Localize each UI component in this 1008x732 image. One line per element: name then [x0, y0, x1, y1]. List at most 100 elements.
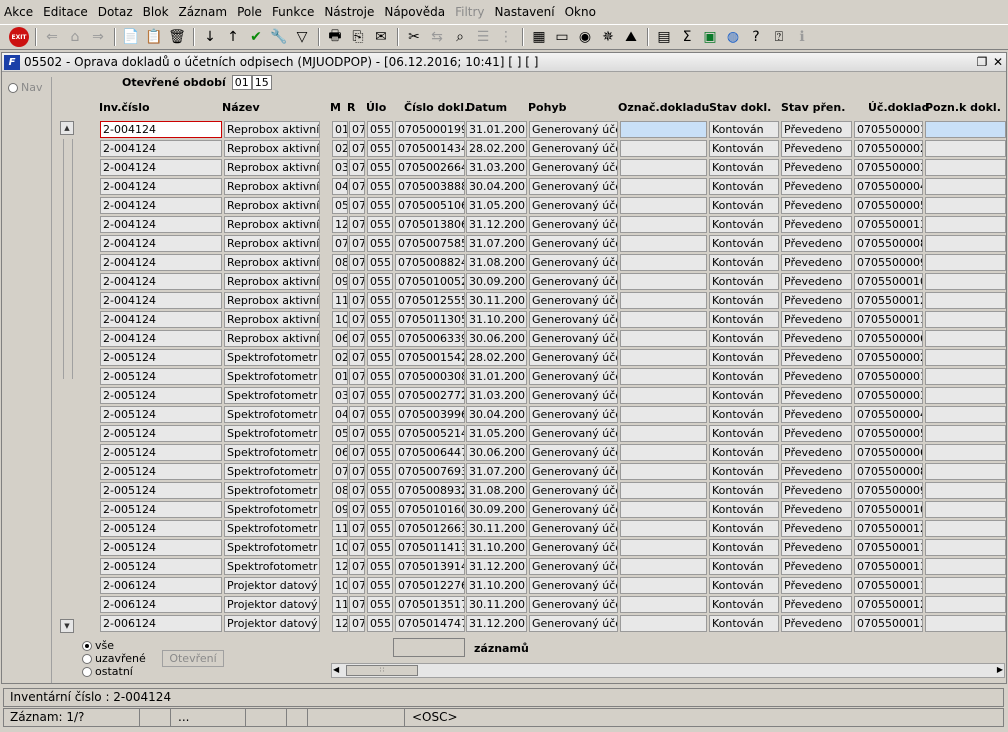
- table-cell[interactable]: 2-004124: [100, 273, 222, 290]
- column-header[interactable]: Stav přen.: [781, 101, 845, 114]
- table-cell[interactable]: 0705008824: [395, 254, 465, 271]
- table-cell[interactable]: Generovaný účet: [529, 387, 618, 404]
- table-cell[interactable]: 055: [367, 311, 393, 328]
- table-cell[interactable]: [925, 254, 1006, 271]
- table-cell[interactable]: 2-005124: [100, 558, 222, 575]
- table-cell[interactable]: 0705500004: [854, 406, 923, 423]
- table-cell[interactable]: 0705500012: [854, 520, 923, 537]
- table-cell[interactable]: [925, 368, 1006, 385]
- table-cell[interactable]: 28.02.2007: [466, 349, 527, 366]
- table-cell[interactable]: [620, 406, 707, 423]
- table-cell[interactable]: Kontován: [709, 292, 779, 309]
- table-cell[interactable]: 0705500011: [854, 311, 923, 328]
- table-cell[interactable]: Kontován: [709, 387, 779, 404]
- scroll-right-icon[interactable]: ▶: [997, 665, 1003, 674]
- table-cell[interactable]: Generovaný účet: [529, 368, 618, 385]
- table-cell[interactable]: [925, 406, 1006, 423]
- table-cell[interactable]: 055: [367, 596, 393, 613]
- filter-icon[interactable]: ▽: [291, 26, 313, 48]
- table-cell[interactable]: 055: [367, 539, 393, 556]
- table-cell[interactable]: 07: [349, 406, 365, 423]
- table-cell[interactable]: 07: [349, 577, 365, 594]
- duplicate-record-icon[interactable]: 📋: [143, 26, 165, 48]
- table-cell[interactable]: 055: [367, 463, 393, 480]
- table-cell[interactable]: [925, 330, 1006, 347]
- period-month-field[interactable]: 01: [231, 75, 252, 90]
- table-cell[interactable]: 31.10.2007: [466, 539, 527, 556]
- tree-icon[interactable]: ⋮: [495, 26, 517, 48]
- table-cell[interactable]: Kontován: [709, 330, 779, 347]
- table-cell[interactable]: 0705500013: [854, 216, 923, 233]
- table-cell[interactable]: 0705500006: [854, 330, 923, 347]
- table-cell[interactable]: 055: [367, 159, 393, 176]
- table-cell[interactable]: 2-006124: [100, 596, 222, 613]
- table-cell[interactable]: 0705012555: [395, 292, 465, 309]
- table-cell[interactable]: Reprobox aktivní Ak: [224, 178, 320, 195]
- table-cell[interactable]: Převedeno: [781, 520, 852, 537]
- table-cell[interactable]: Převedeno: [781, 539, 852, 556]
- table-cell[interactable]: 07: [349, 444, 365, 461]
- table-row[interactable]: 2-004124Reprobox aktivní Ak 1007055070501…: [98, 310, 1008, 329]
- table-cell[interactable]: 2-004124: [100, 311, 222, 328]
- table-cell[interactable]: 055: [367, 349, 393, 366]
- table-cell[interactable]: 0705500008: [854, 463, 923, 480]
- table-cell[interactable]: Spektrofotometr UV: [224, 387, 320, 404]
- table-cell[interactable]: 04: [332, 406, 348, 423]
- table-cell[interactable]: Převedeno: [781, 330, 852, 347]
- table-cell[interactable]: [925, 216, 1006, 233]
- restore-icon[interactable]: ❐: [974, 55, 990, 69]
- table-cell[interactable]: 2-006124: [100, 577, 222, 594]
- table-row[interactable]: 2-005124Spektrofotometr UV 11070550705012…: [98, 519, 1008, 538]
- table-cell[interactable]: Generovaný účet: [529, 444, 618, 461]
- exit-icon[interactable]: EXIT: [8, 26, 30, 48]
- table-cell[interactable]: [620, 273, 707, 290]
- vertical-scrollbar[interactable]: ▲ ▼: [60, 121, 76, 635]
- table-cell[interactable]: Převedeno: [781, 159, 852, 176]
- table-cell[interactable]: 07: [349, 596, 365, 613]
- table-row[interactable]: 2-006124Projektor datový Hit 100705507050…: [98, 576, 1008, 595]
- table-cell[interactable]: 07: [349, 482, 365, 499]
- table-cell[interactable]: Kontován: [709, 520, 779, 537]
- table-row[interactable]: 2-005124Spektrofotometr UV 06070550705006…: [98, 443, 1008, 462]
- table-cell[interactable]: 30.11.2007: [466, 292, 527, 309]
- table-cell[interactable]: 07: [349, 558, 365, 575]
- table-cell[interactable]: 02: [332, 349, 348, 366]
- table-cell[interactable]: 30.06.2007: [466, 444, 527, 461]
- table-cell[interactable]: 2-004124: [100, 216, 222, 233]
- table-cell[interactable]: 2-004124: [100, 254, 222, 271]
- table-cell[interactable]: Kontován: [709, 615, 779, 632]
- table-cell[interactable]: [925, 235, 1006, 252]
- scroll-left-icon[interactable]: ◀: [333, 665, 339, 674]
- table-cell[interactable]: [925, 273, 1006, 290]
- table-cell[interactable]: 055: [367, 406, 393, 423]
- table-cell[interactable]: Převedeno: [781, 368, 852, 385]
- table-cell[interactable]: 055: [367, 387, 393, 404]
- table-cell[interactable]: Reprobox aktivní Ak: [224, 121, 320, 138]
- table-cell[interactable]: Projektor datový Hit: [224, 596, 320, 613]
- table-cell[interactable]: 2-006124: [100, 615, 222, 632]
- table-cell[interactable]: 0705010052: [395, 273, 465, 290]
- table-cell[interactable]: 0705011305: [395, 311, 465, 328]
- column-header[interactable]: Označ.dokladu: [618, 101, 709, 114]
- table-cell[interactable]: Převedeno: [781, 235, 852, 252]
- table-row[interactable]: 2-005124Spektrofotometr UV 01070550705000…: [98, 367, 1008, 386]
- table-cell[interactable]: [620, 558, 707, 575]
- table-cell[interactable]: [620, 311, 707, 328]
- mail-icon[interactable]: ✉: [370, 26, 392, 48]
- table-cell[interactable]: Převedeno: [781, 501, 852, 518]
- table-cell[interactable]: [620, 235, 707, 252]
- table-cell[interactable]: 0705007585: [395, 235, 465, 252]
- column-header[interactable]: Úlo: [366, 101, 386, 114]
- table-cell[interactable]: 11: [332, 596, 348, 613]
- table-cell[interactable]: 2-005124: [100, 520, 222, 537]
- table-cell[interactable]: 28.02.2007: [466, 140, 527, 157]
- table-cell[interactable]: 07: [349, 159, 365, 176]
- menu-item[interactable]: Nápověda: [384, 5, 445, 19]
- table-cell[interactable]: 10: [332, 539, 348, 556]
- toolbar-icon-4[interactable]: ⇆: [426, 26, 448, 48]
- table-cell[interactable]: Spektrofotometr UV: [224, 501, 320, 518]
- table-cell[interactable]: [925, 615, 1006, 632]
- table-cell[interactable]: 30.11.2007: [466, 520, 527, 537]
- table-cell[interactable]: 0705014747: [395, 615, 465, 632]
- hat-icon[interactable]: ⛰: [620, 26, 642, 48]
